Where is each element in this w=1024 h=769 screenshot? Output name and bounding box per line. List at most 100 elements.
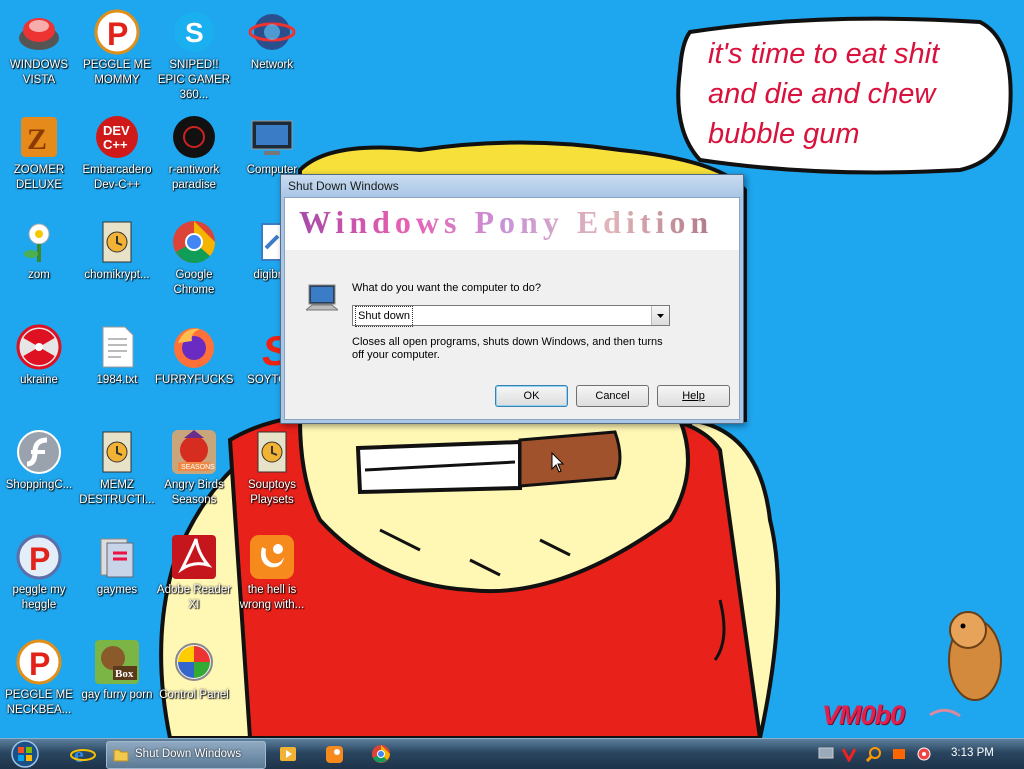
desktop-icon-label: ZOOMER DELUXE (13, 164, 65, 191)
svg-text:DEV: DEV (103, 123, 130, 138)
folder-icon (113, 749, 129, 762)
desktop-icon-label: MEMZ DESTRUCTI... (79, 479, 155, 506)
network-icon (248, 14, 296, 50)
desktop-icon-label: Adobe Reader XI (156, 584, 232, 611)
desktop-icon-angry-birds[interactable]: SEASONS Angry Birds Seasons (155, 428, 233, 508)
desktop-icon-label: chomikrypt... (84, 269, 150, 281)
document-icon (102, 431, 132, 473)
tray-volume-icon[interactable] (916, 746, 932, 762)
desktop-icon-1984-txt[interactable]: 1984.txt (78, 323, 156, 388)
plant-icon (24, 223, 50, 262)
wallpaper-watermark: VM0b0 (822, 700, 905, 730)
chrome-icon[interactable] (370, 741, 392, 767)
desktop-icon-label: Google Chrome (173, 269, 215, 296)
firefox-icon (174, 328, 214, 368)
dropdown-arrow-button[interactable] (651, 306, 669, 325)
desktop-icon-sniped[interactable]: S SNIPED!! EPIC GAMER 360... (155, 8, 233, 103)
desktop-icon-label: Embarcadero Dev-C++ (82, 164, 152, 191)
taskbar-clock[interactable]: 3:13 PM (951, 747, 994, 759)
svg-text:Box: Box (115, 668, 134, 680)
tray-search-icon[interactable] (866, 746, 882, 762)
desktop-icon-shoppingc[interactable]: ShoppingC... (0, 428, 78, 493)
svg-text:P: P (29, 646, 50, 682)
tray-app-icon[interactable] (891, 746, 907, 762)
computer-icon (251, 120, 293, 155)
desktop-icon-label: PEGGLE ME MOMMY (83, 59, 151, 86)
desktop-icon-peggle-my-heggle[interactable]: P peggle my heggle (0, 533, 78, 613)
banner-logo-text: Windows Pony Edition (299, 204, 714, 240)
peggle-icon: P (16, 534, 62, 580)
desktop-icon-souptoys[interactable]: Souptoys Playsets (233, 428, 311, 508)
svg-text:SEASONS: SEASONS (181, 464, 215, 471)
text-file-icon (102, 326, 134, 368)
desktop-icon-chomikrypt[interactable]: chomikrypt... (78, 218, 156, 283)
selected-action-value: Shut down (355, 306, 413, 327)
desktop-icon-label: ShoppingC... (5, 479, 73, 491)
desktop-icon-label: WINDOWS VISTA (9, 59, 69, 86)
help-button[interactable]: Help (657, 385, 730, 407)
tray-antivirus-icon[interactable] (841, 746, 857, 762)
desktop-icon-label: ukraine (20, 374, 58, 386)
desktop-icon-google-chrome[interactable]: Google Chrome (155, 218, 233, 298)
desktop-icon-peggle-me-mommy[interactable]: P PEGGLE ME MOMMY (78, 8, 156, 88)
desktop-icon-label: zom (28, 269, 50, 281)
internet-explorer-icon[interactable]: e (70, 741, 96, 767)
svg-text:e: e (74, 742, 84, 767)
tray-monitor-icon[interactable] (818, 746, 834, 762)
uc-browser-icon[interactable] (324, 741, 346, 767)
desktop-icon-adobe-reader[interactable]: Adobe Reader XI (155, 533, 233, 613)
shutdown-dialog: Shut Down Windows Windows Pony Edition W… (280, 174, 744, 424)
vista-app-icon (19, 18, 59, 50)
devcpp-icon: DEVC++ (96, 116, 138, 158)
media-player-icon[interactable] (278, 741, 300, 767)
dialog-title[interactable]: Shut Down Windows (281, 175, 743, 197)
desktop-icon-zoomer-deluxe[interactable]: Z ZOOMER DELUXE (0, 113, 78, 193)
desktop-icon-ukraine[interactable]: ukraine (0, 323, 78, 388)
speech-line-2: and die and chew (708, 78, 936, 110)
desktop-icon-furryfucks[interactable]: FURRYFUCKS (155, 323, 233, 388)
angry-birds-icon: SEASONS (172, 430, 216, 474)
desktop-icon-zom[interactable]: zom (0, 218, 78, 283)
dialog-client-area: Windows Pony Edition What do you want th… (284, 197, 740, 420)
desktop-icon-network[interactable]: Network (233, 8, 311, 73)
peggle-icon: P (94, 9, 140, 55)
speech-bubble-text: it's time to eat shit and die and chew b… (708, 34, 1008, 154)
desktop-icon-label: r-antiwork paradise (168, 164, 220, 191)
desktop-icon-control-panel[interactable]: Control Panel (155, 638, 233, 703)
desktop-icon-label: FURRYFUCKS (155, 374, 234, 386)
desktop-icon-label: 1984.txt (96, 374, 138, 386)
desktop-icon-label: Souptoys Playsets (248, 479, 296, 506)
svg-text:C++: C++ (103, 137, 128, 152)
start-button[interactable] (6, 740, 44, 768)
action-question-label: What do you want the computer to do? (352, 282, 541, 294)
shutdown-action-select[interactable]: Shut down (352, 305, 670, 327)
desktop-icon-uc-browser[interactable]: the hell is wrong with... (233, 533, 311, 613)
desktop-icon-label: Angry Birds Seasons (164, 479, 224, 506)
taskbar: e Shut Down Windows 3:13 PM (0, 738, 1024, 769)
desktop-icon-r-antiwork[interactable]: r-antiwork paradise (155, 113, 233, 193)
desktop-icon-memz[interactable]: MEMZ DESTRUCTI... (78, 428, 156, 508)
desktop-icon-label: gay furry porn (81, 689, 153, 701)
desktop-icon-windows-vista[interactable]: WINDOWS VISTA (0, 8, 78, 88)
uc-browser-icon (250, 535, 294, 579)
box-game-icon: Box (95, 640, 139, 684)
ok-button[interactable]: OK (495, 385, 568, 407)
adobe-reader-icon (172, 535, 216, 579)
desktop-icon-box-game[interactable]: Box gay furry porn (78, 638, 156, 703)
taskbar-item-shutdown-windows[interactable]: Shut Down Windows (106, 741, 266, 769)
document-icon (102, 221, 132, 263)
desktop-icon-peggle-me-neckbea[interactable]: P PEGGLE ME NECKBEA... (0, 638, 78, 718)
desktop-icon-computer[interactable]: Computer (233, 113, 311, 178)
taskbar-item-label: Shut Down Windows (135, 748, 242, 760)
chevron-down-icon (657, 314, 664, 318)
document-icon (257, 431, 287, 473)
speech-line-3: bubble gum (708, 118, 860, 150)
control-panel-icon (175, 643, 213, 681)
action-description: Closes all open programs, shuts down Win… (352, 336, 663, 361)
desktop-icon-gaymes[interactable]: gaymes (78, 533, 156, 598)
skype-icon: S (174, 12, 214, 52)
desktop-icon-label: Network (250, 59, 294, 71)
desktop-icon-label: peggle my heggle (12, 584, 66, 611)
desktop-icon-devcpp[interactable]: DEV C++ Embarcadero Dev-C++ (78, 113, 156, 193)
cancel-button[interactable]: Cancel (576, 385, 649, 407)
